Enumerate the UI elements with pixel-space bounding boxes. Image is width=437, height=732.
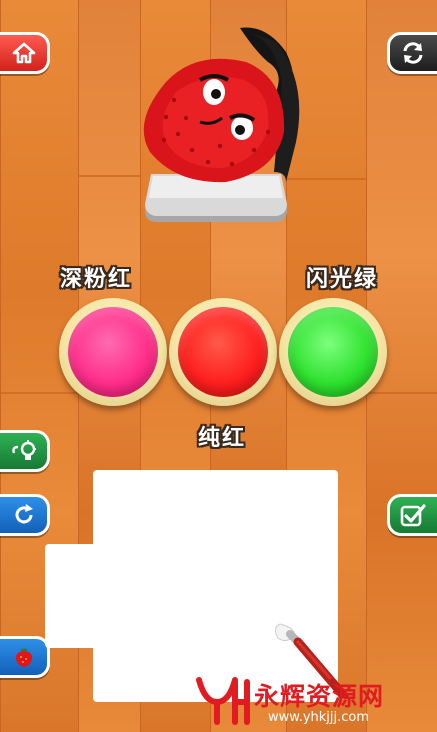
reference-strawberry-button[interactable] xyxy=(0,636,50,678)
paint-pot-deep-pink[interactable] xyxy=(59,298,167,406)
confirm-button[interactable] xyxy=(387,494,437,536)
watermark-brand: 永辉资源网 xyxy=(254,682,385,711)
home-button[interactable] xyxy=(0,32,50,74)
checkmark-icon xyxy=(400,504,426,527)
strawberry-icon xyxy=(15,648,33,667)
strawberry-character[interactable] xyxy=(136,22,306,202)
paint-pot-pure-red[interactable] xyxy=(169,298,277,406)
lightbulb-hint-icon xyxy=(12,440,36,460)
watermark-url: www.yhkjjj.com xyxy=(268,710,370,725)
refresh-button[interactable] xyxy=(0,494,50,536)
paint-canvas-extension[interactable] xyxy=(45,544,105,648)
paint-swatch-flash-green xyxy=(288,307,378,397)
paint-label-pure-red: 纯红 xyxy=(198,426,247,451)
home-icon xyxy=(12,42,36,64)
hint-button[interactable] xyxy=(0,430,50,472)
paint-label-flash-green: 闪光绿 xyxy=(306,267,379,292)
paint-swatch-deep-pink xyxy=(68,307,158,397)
restart-icon xyxy=(403,42,423,64)
refresh-icon xyxy=(15,504,33,524)
paint-pot-flash-green[interactable] xyxy=(279,298,387,406)
game-screen: 深粉红 闪光绿 纯红 永辉资源网 www.yhkjjj.com xyxy=(0,0,437,732)
paint-label-deep-pink: 深粉红 xyxy=(60,267,133,292)
restart-button[interactable] xyxy=(387,32,437,74)
paint-swatch-pure-red xyxy=(178,307,268,397)
